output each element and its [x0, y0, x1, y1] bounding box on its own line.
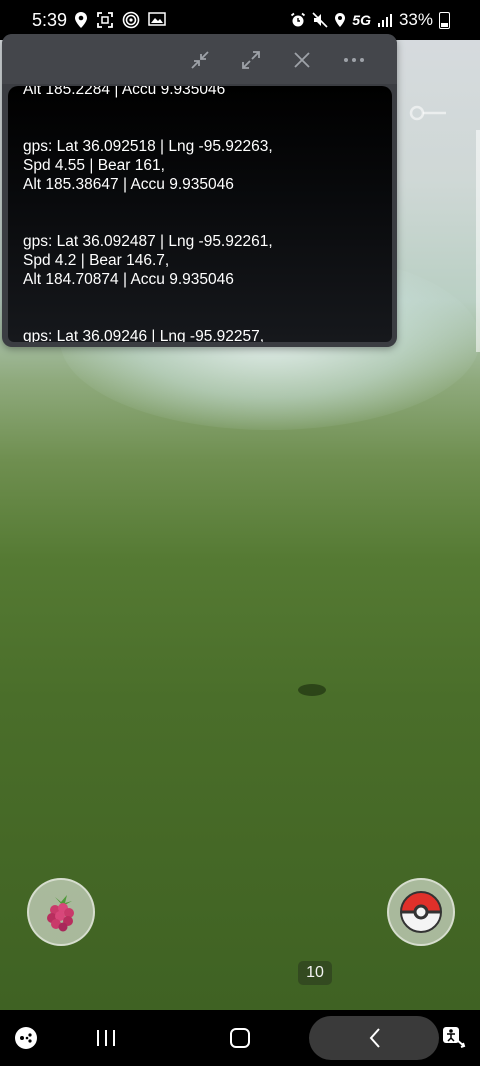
- game-screen[interactable]: 5:39 5G 33% Alt 185.2284 | Accu 9.935046…: [0, 0, 480, 1066]
- log-entry: Alt 185.2284 | Accu 9.935046: [23, 86, 383, 99]
- close-icon: [294, 52, 310, 68]
- collapse-icon: [191, 51, 209, 69]
- alarm-icon: [291, 12, 306, 27]
- notification-icons: [74, 11, 166, 29]
- berry-button[interactable]: [27, 878, 95, 946]
- game-launcher-button[interactable]: [12, 1024, 40, 1052]
- player-shadow: [298, 684, 326, 696]
- log-line: gps: Lat 36.092487 | Lng -95.92261,: [23, 233, 273, 250]
- status-time: 5:39: [32, 10, 68, 30]
- log-line: Spd 4.55 | Bear 161,: [23, 157, 165, 174]
- log-line: Alt 185.2284 | Accu 9.935046: [23, 86, 226, 98]
- close-button[interactable]: [285, 44, 319, 76]
- gallery-icon: [148, 12, 166, 26]
- battery-percent: 33%: [398, 10, 433, 29]
- key-icon: [409, 105, 446, 121]
- gps-log-popup-window[interactable]: Alt 185.2284 | Accu 9.935046 gps: Lat 36…: [2, 34, 397, 347]
- accessibility-icon: [443, 1027, 466, 1048]
- log-line: Alt 185.38647 | Accu 9.935046: [23, 176, 234, 193]
- gps-log-console[interactable]: Alt 185.2284 | Accu 9.935046 gps: Lat 36…: [8, 86, 392, 342]
- screenshot-icon: [97, 12, 113, 28]
- more-icon: [344, 58, 364, 62]
- log-line: gps: Lat 36.09246 | Lng -95.92257,: [23, 328, 265, 342]
- expand-icon: [242, 51, 260, 69]
- log-entry: gps: Lat 36.092487 | Lng -95.92261, Spd …: [23, 232, 383, 289]
- maximize-button[interactable]: [234, 44, 268, 76]
- log-line: gps: Lat 36.092518 | Lng -95.92263,: [23, 138, 273, 155]
- pokeball-button[interactable]: [387, 878, 455, 946]
- 5g-icon: 5G: [352, 12, 371, 28]
- accessibility-button[interactable]: [440, 1024, 468, 1052]
- log-entry: gps: Lat 36.092518 | Lng -95.92263, Spd …: [23, 137, 383, 194]
- item-count-badge: 10: [298, 961, 332, 985]
- log-entry: gps: Lat 36.09246 | Lng -95.92257,: [23, 327, 383, 342]
- system-status-icons: 5G 33%: [290, 10, 450, 30]
- game-launcher-icon: [15, 1027, 37, 1049]
- mute-icon: [312, 12, 328, 28]
- navigation-bar: [0, 1010, 480, 1066]
- location-icon: [75, 12, 87, 28]
- recents-icon: [97, 1030, 115, 1046]
- recents-button[interactable]: [92, 1024, 120, 1052]
- popup-toolbar[interactable]: [2, 34, 397, 84]
- signal-icon: [377, 14, 392, 27]
- home-icon: [230, 1028, 250, 1048]
- location-icon: [335, 13, 346, 27]
- more-options-button[interactable]: [337, 44, 371, 76]
- raspberry-icon: [47, 895, 74, 932]
- minimize-button[interactable]: [183, 44, 217, 76]
- battery-icon: [439, 11, 450, 29]
- gps-log-list: Alt 185.2284 | Accu 9.935046 gps: Lat 36…: [23, 86, 383, 342]
- home-button[interactable]: [226, 1024, 254, 1052]
- pokeball-icon: [400, 891, 442, 933]
- back-icon: [369, 1028, 380, 1048]
- edge-panel-handle[interactable]: [476, 130, 480, 352]
- back-button[interactable]: [361, 1024, 389, 1052]
- nfc-icon: [122, 11, 140, 29]
- log-line: Alt 184.70874 | Accu 9.935046: [23, 271, 234, 288]
- log-line: Spd 4.2 | Bear 146.7,: [23, 252, 170, 269]
